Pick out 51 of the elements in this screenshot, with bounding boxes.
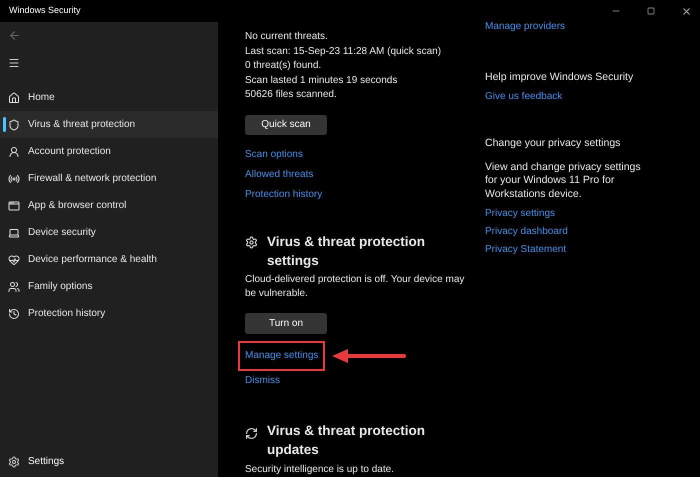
link[interactable]: Give us feedback [485, 92, 700, 102]
nav-icon [8, 118, 20, 130]
maximize-icon[interactable] [647, 7, 655, 15]
status-text: Scan lasted 1 minutes 19 seconds [245, 74, 398, 88]
settings-icon[interactable] [8, 456, 20, 468]
sidebar-item[interactable]: Device security [0, 219, 218, 246]
link[interactable]: Manage settings [238, 341, 326, 371]
nav-icon [8, 146, 20, 158]
sidebar-item[interactable]: Protection history [0, 300, 218, 327]
sidebar-item[interactable]: Home [0, 84, 218, 111]
nav-icon [8, 200, 20, 212]
section-heading: Virus & threat protection settings [267, 233, 426, 270]
link[interactable]: Privacy dashboard [485, 227, 700, 237]
sidebar-item[interactable]: Family options [0, 273, 218, 300]
settings-warning-icon [245, 236, 258, 250]
back-icon[interactable] [8, 29, 21, 42]
nav-icon [8, 92, 20, 104]
link[interactable]: Scan options [245, 145, 303, 166]
link[interactable]: Privacy settings [485, 209, 700, 219]
nav-icon [8, 226, 20, 238]
section-description: Security intelligence is up to date. [245, 463, 395, 477]
turn-on-button[interactable]: Turn on [245, 313, 327, 334]
section-title: Change your privacy settings [485, 136, 622, 151]
refresh-icon [245, 427, 258, 440]
link[interactable]: Manage providers [485, 22, 700, 32]
close-icon[interactable] [681, 6, 692, 16]
nav-icon [8, 172, 20, 184]
nav-icon [8, 280, 20, 292]
status-text: 50626 files scanned. [245, 88, 338, 102]
nav-icon [8, 254, 20, 266]
section-heading: Virus & threat protection updates [267, 422, 426, 459]
section-title: Help improve Windows Security [485, 70, 634, 85]
settings-link[interactable]: Settings [28, 454, 64, 469]
sidebar-item[interactable]: Account protection [0, 138, 218, 165]
status-text: Last scan: 15-Sep-23 11:28 AM (quick scan) [245, 44, 442, 58]
sidebar-item[interactable]: Device performance & health [0, 246, 218, 273]
section-description: View and change privacy settings for your Windows 11 Pro for Workstations device. [485, 160, 642, 201]
window-title: Windows Security [9, 4, 81, 18]
link[interactable]: Protection history [245, 185, 322, 206]
link[interactable]: Dismiss [245, 371, 280, 391]
section-description: Cloud-delivered protection is off. Your device may be vulnerable. [245, 273, 466, 302]
link[interactable]: Privacy Statement [485, 245, 700, 255]
sidebar-item[interactable]: Virus & threat protection [0, 111, 218, 138]
menu-icon[interactable] [8, 57, 20, 69]
nav-icon [8, 308, 20, 320]
quick-scan-button[interactable]: Quick scan [245, 114, 327, 136]
status-text: 0 threat(s) found. [245, 59, 322, 73]
status-text: No current threats. [245, 30, 329, 44]
link[interactable]: Allowed threats [245, 165, 314, 186]
sidebar-item[interactable]: Firewall & network protection [0, 165, 218, 192]
sidebar-item[interactable]: App & browser control [0, 192, 218, 219]
